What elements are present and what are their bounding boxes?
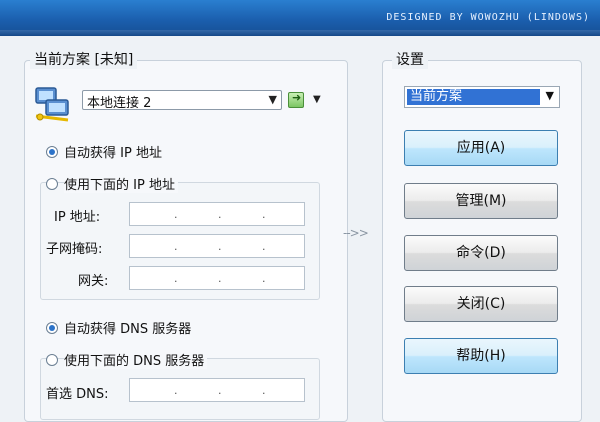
ip-manual-label: 使用下面的 IP 地址: [64, 174, 178, 193]
apply-button[interactable]: 应用(A): [404, 130, 558, 166]
network-connection-icon: [35, 87, 69, 122]
ip-address-label: IP 地址:: [54, 210, 101, 225]
scheme-select-value: 当前方案: [407, 89, 540, 105]
command-button[interactable]: 命令(D): [404, 235, 558, 271]
scheme-select[interactable]: 当前方案 ▼: [404, 86, 560, 108]
settings-title: 设置: [392, 49, 428, 69]
designer-credit: DESIGNED BY WOWOZHU (LINDOWS): [386, 12, 590, 23]
help-button[interactable]: 帮助(H): [404, 338, 558, 374]
close-button[interactable]: 关闭(C): [404, 286, 558, 322]
ip-manual-radio[interactable]: [46, 178, 58, 190]
ip-auto-label: 自动获得 IP 地址: [64, 146, 162, 161]
gateway-label: 网关:: [78, 274, 109, 289]
chevron-down-icon: ▼: [268, 93, 277, 106]
chevron-down-icon[interactable]: ▼: [313, 94, 321, 105]
go-arrow-icon: ➜: [292, 91, 302, 104]
current-scheme-title: 当前方案 [未知]: [30, 49, 138, 69]
dns-auto-label: 自动获得 DNS 服务器: [64, 322, 192, 337]
connection-select-value: 本地连接 2: [87, 96, 152, 111]
ip-auto-radio[interactable]: [46, 146, 58, 158]
subnet-mask-label: 子网掩码:: [46, 242, 103, 257]
dns-manual-radio[interactable]: [46, 354, 58, 366]
ip-address-input[interactable]: ...: [129, 202, 305, 226]
go-button[interactable]: ➜: [288, 91, 304, 108]
connection-select[interactable]: 本地连接 2 ▼: [82, 90, 282, 111]
preferred-dns-label: 首选 DNS:: [46, 387, 109, 402]
chevron-down-icon: ▼: [545, 89, 554, 102]
gateway-input[interactable]: ...: [129, 266, 305, 290]
preferred-dns-input[interactable]: ...: [129, 378, 305, 402]
dns-manual-label: 使用下面的 DNS 服务器: [64, 350, 208, 369]
manage-button[interactable]: 管理(M): [404, 183, 558, 219]
subnet-mask-input[interactable]: ...: [129, 234, 305, 258]
title-bar: DESIGNED BY WOWOZHU (LINDOWS): [0, 0, 600, 36]
dns-auto-radio[interactable]: [46, 322, 58, 334]
flow-arrow: -->>: [343, 226, 369, 240]
